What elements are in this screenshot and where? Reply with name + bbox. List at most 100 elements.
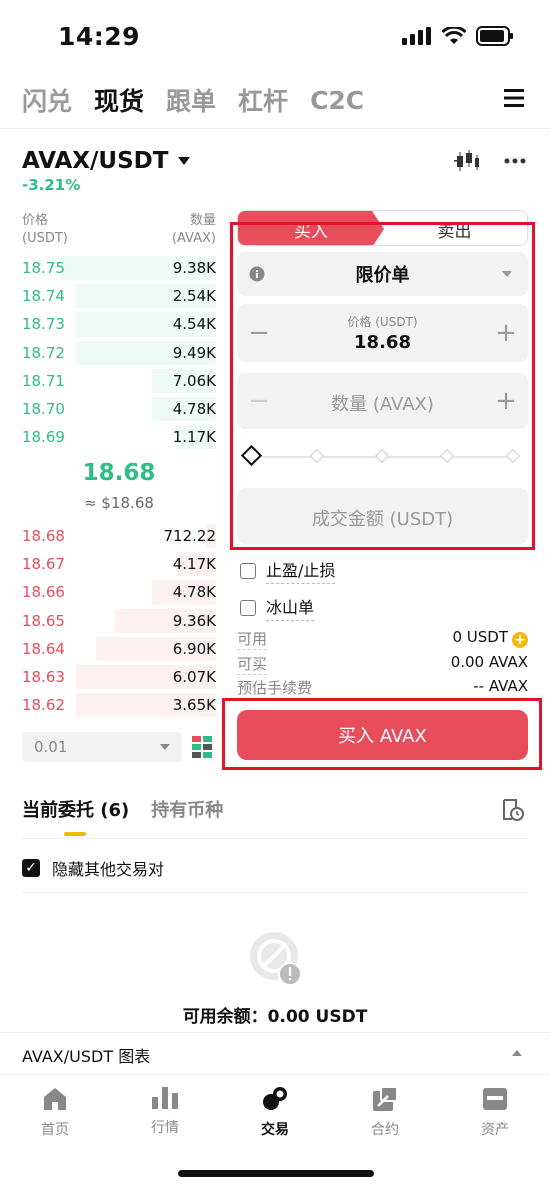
order-book-row[interactable]: 18.67 4.17K <box>22 550 216 578</box>
nav-trade[interactable]: 交易 <box>220 1075 330 1154</box>
tab-spot[interactable]: 现货 <box>94 82 144 118</box>
order-book-quantity: 6.90K <box>172 639 216 658</box>
nav-home[interactable]: 首页 <box>0 1075 110 1154</box>
tab-c2c[interactable]: C2C <box>310 86 364 115</box>
slider-node-25[interactable] <box>309 448 325 464</box>
order-book-row[interactable]: 18.74 2.54K <box>22 282 216 310</box>
available-row: 可用 0 USDT + <box>237 628 528 650</box>
amount-placeholder: 成交金额 (USDT) <box>311 509 454 530</box>
order-book-row[interactable]: 18.64 6.90K <box>22 635 216 663</box>
amount-input[interactable]: 成交金额 (USDT) <box>237 488 528 544</box>
order-type-select[interactable]: 限价单 <box>237 252 528 296</box>
checkbox-icon[interactable] <box>240 599 256 616</box>
chart-toggle-bar[interactable]: AVAX/USDT 图表 <box>0 1032 550 1072</box>
hide-other-pairs-checkbox[interactable]: ✓ 隐藏其他交易对 <box>22 856 164 880</box>
slider-node-100[interactable] <box>505 448 521 464</box>
quantity-increase-button[interactable]: + <box>486 373 526 429</box>
order-book-row[interactable]: 18.68 712.22 <box>22 522 216 550</box>
order-type-label: 限价单 <box>355 265 410 286</box>
price-input[interactable]: − 价格 (USDT) 18.68 + <box>237 304 528 362</box>
menu-icon[interactable] <box>504 88 524 108</box>
checkbox-checked-icon[interactable]: ✓ <box>22 859 40 877</box>
order-book-lower: 18.68 712.22 18.67 4.17K 18.66 4.78K 18.65 9.36… <box>22 522 216 719</box>
order-book-row[interactable]: 18.75 9.38K <box>22 254 216 282</box>
order-book-row[interactable]: 18.63 6.07K <box>22 663 216 691</box>
buy-avax-button[interactable]: 买入 AVAX <box>237 710 528 760</box>
tp-sl-checkbox[interactable]: 止盈/止损 <box>240 557 336 584</box>
order-book-quantity: 9.38K <box>172 259 216 278</box>
qty-header: 数量 (AVAX) <box>171 213 216 246</box>
iceberg-label: 冰山单 <box>266 594 315 621</box>
tab-holdings[interactable]: 持有币种 <box>151 796 223 836</box>
chart-label: AVAX/USDT 图表 <box>22 1047 151 1066</box>
order-book-quantity: 712.22 <box>163 527 217 546</box>
checkbox-icon[interactable] <box>240 562 256 579</box>
battery-icon <box>476 26 513 46</box>
depth-value: 0.01 <box>34 738 68 756</box>
markets-icon <box>152 1087 178 1109</box>
nav-markets[interactable]: 行情 <box>110 1075 220 1154</box>
iceberg-checkbox[interactable]: 冰山单 <box>240 594 315 621</box>
home-icon <box>44 1088 66 1110</box>
slider-handle[interactable] <box>240 444 263 467</box>
tab-convert[interactable]: 闪兑 <box>22 82 72 118</box>
order-book-quantity: 4.17K <box>172 555 216 574</box>
available-label: 可用 <box>237 630 268 650</box>
home-indicator <box>178 1170 374 1177</box>
order-book-row[interactable]: 18.66 4.78K <box>22 578 216 606</box>
info-icon[interactable] <box>249 266 265 282</box>
price-value[interactable]: 18.68 <box>237 332 528 353</box>
slider-node-50[interactable] <box>374 448 390 464</box>
order-book-price: 18.64 <box>22 639 65 658</box>
candlestick-chart-icon[interactable] <box>454 150 480 172</box>
order-book-price: 18.65 <box>22 611 65 630</box>
fee-value: -- AVAX <box>473 677 528 695</box>
order-book-row[interactable]: 18.62 3.65K <box>22 691 216 719</box>
order-book-quantity: 6.07K <box>172 668 216 687</box>
can-buy-row: 可买 0.00 AVAX <box>237 653 528 675</box>
pair-selector[interactable]: AVAX/USDT <box>22 148 191 174</box>
order-book-layout-icon[interactable] <box>192 736 212 758</box>
status-icons <box>402 26 514 46</box>
fee-label: 预估手续费 <box>237 679 313 699</box>
order-book-price: 18.68 <box>22 527 65 546</box>
order-book-row[interactable]: 18.70 4.78K <box>22 395 216 423</box>
tab-margin[interactable]: 杠杆 <box>238 82 288 118</box>
order-book-row[interactable]: 18.69 1.17K <box>22 423 216 451</box>
nav-home-label: 首页 <box>41 1122 69 1138</box>
fee-row: 预估手续费 -- AVAX <box>237 677 528 699</box>
order-book-price: 18.72 <box>22 343 65 362</box>
divider <box>22 838 528 839</box>
order-book-quantity: 4.54K <box>172 315 216 334</box>
order-book-row[interactable]: 18.73 4.54K <box>22 310 216 338</box>
depth-precision-select[interactable]: 0.01 <box>22 732 182 762</box>
price-increase-button[interactable]: + <box>486 304 526 362</box>
last-price: 18.68 <box>82 460 156 486</box>
deposit-plus-icon[interactable]: + <box>512 632 528 648</box>
available-balance: 可用余额：0.00 USDT <box>182 1007 368 1027</box>
order-book-row[interactable]: 18.65 9.36K <box>22 607 216 635</box>
wifi-icon <box>442 27 466 44</box>
quantity-placeholder: 数量 (AVAX) <box>331 394 434 415</box>
quantity-input[interactable]: − 数量 (AVAX) + <box>237 373 528 429</box>
nav-assets[interactable]: 资产 <box>440 1075 550 1154</box>
order-book-price: 18.75 <box>22 259 65 278</box>
order-book-price: 18.62 <box>22 696 65 715</box>
tab-open-orders[interactable]: 当前委托 (6) <box>22 796 129 836</box>
order-book-row[interactable]: 18.72 9.49K <box>22 339 216 367</box>
top-tabs: 闪兑 现货 跟单 杠杆 C2C <box>22 80 528 120</box>
order-history-icon[interactable] <box>502 798 524 822</box>
tab-copy-trading[interactable]: 跟单 <box>166 82 216 118</box>
hide-other-pairs-label: 隐藏其他交易对 <box>52 860 165 879</box>
can-buy-label: 可买 <box>237 655 268 675</box>
order-book-quantity: 4.78K <box>172 400 216 419</box>
quantity-slider[interactable] <box>240 444 521 467</box>
order-book-row[interactable]: 18.71 7.06K <box>22 367 216 395</box>
caret-down-icon <box>178 157 191 165</box>
nav-futures[interactable]: 合约 <box>330 1075 440 1154</box>
futures-icon <box>373 1087 397 1111</box>
slider-node-75[interactable] <box>439 448 455 464</box>
more-options-icon[interactable] <box>504 158 526 164</box>
cellular-signal-icon <box>402 27 431 45</box>
tp-sl-label: 止盈/止损 <box>266 557 336 584</box>
